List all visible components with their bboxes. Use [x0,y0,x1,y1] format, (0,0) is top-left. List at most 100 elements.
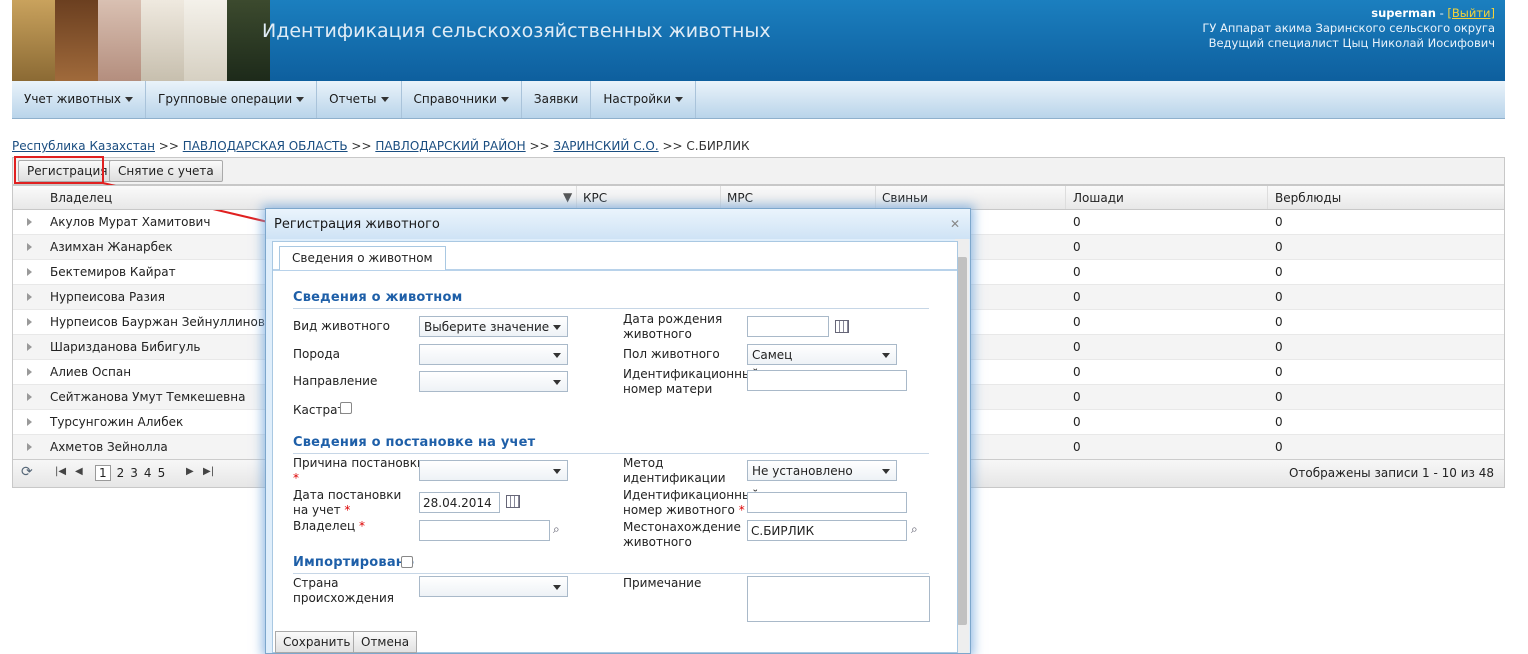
col-krs[interactable]: КРС [583,191,607,205]
owner-label: Владелец * [293,519,365,533]
castrated-label: Кастрат [293,403,345,417]
prev-page-icon[interactable]: ◀ [75,466,83,477]
first-page-icon[interactable]: |◀ [55,466,66,477]
expand-icon[interactable] [27,418,32,426]
expand-icon[interactable] [27,218,32,226]
horses-cell: 0 [1073,440,1081,454]
imported-checkbox[interactable] [401,556,413,568]
note-label: Примечание [623,576,702,590]
expand-icon[interactable] [27,393,32,401]
expand-icon[interactable] [27,343,32,351]
col-owner[interactable]: Владелец [50,191,112,205]
horses-cell: 0 [1073,215,1081,229]
close-icon[interactable]: ✕ [950,217,960,231]
owner-cell: Шаризданова Бибигуль [50,340,201,354]
save-button[interactable]: Сохранить [275,631,359,653]
expand-icon[interactable] [27,268,32,276]
camels-cell: 0 [1275,440,1283,454]
calendar-icon[interactable] [506,495,520,508]
expand-icon[interactable] [27,243,32,251]
page-link-5[interactable]: 5 [158,466,166,480]
calendar-icon[interactable] [835,320,849,333]
horses-cell: 0 [1073,365,1081,379]
col-horses[interactable]: Лошади [1073,191,1124,205]
horses-cell: 0 [1073,390,1081,404]
camels-cell: 0 [1275,340,1283,354]
section-registration: Сведения о постановке на учет [293,435,536,450]
camels-cell: 0 [1275,415,1283,429]
mother-id-label: Идентификационный номер матери [623,367,760,396]
expand-icon[interactable] [27,368,32,376]
pager-status: Отображены записи 1 - 10 из 48 [1288,466,1494,480]
owner-cell: Алиев Оспан [50,365,132,379]
owner-cell: Нурпеисова Разия [50,290,165,304]
page-link-1[interactable]: 1 [95,465,111,481]
camels-cell: 0 [1275,215,1283,229]
expand-icon[interactable] [27,318,32,326]
owner-input[interactable] [419,520,550,541]
camels-cell: 0 [1275,365,1283,379]
horses-cell: 0 [1073,240,1081,254]
country-select[interactable] [419,576,568,597]
lookup-icon[interactable]: ⌕ [553,522,560,537]
expand-icon[interactable] [27,293,32,301]
owner-cell: Азимхан Жанарбек [50,240,173,254]
next-page-icon[interactable]: ▶ [186,466,194,477]
owner-cell: Турсунгожин Алибек [50,415,184,429]
page-link-4[interactable]: 4 [144,466,152,480]
location-input[interactable]: С.БИРЛИК [747,520,907,541]
animal-id-input[interactable] [747,492,907,513]
page-link-3[interactable]: 3 [130,466,138,480]
note-textarea[interactable] [747,576,930,622]
horses-cell: 0 [1073,265,1081,279]
horses-cell: 0 [1073,315,1081,329]
location-label: Местонахождение животного [623,520,741,549]
country-label: Страна происхождения [293,576,394,605]
expand-icon[interactable] [27,443,32,451]
camels-cell: 0 [1275,265,1283,279]
filter-icon[interactable]: ▼ [563,190,572,204]
camels-cell: 0 [1275,315,1283,329]
direction-select[interactable] [419,371,568,392]
register-animal-dialog: Регистрация животного ✕ Сведения о живот… [265,208,971,654]
last-page-icon[interactable]: ▶| [203,466,214,477]
owner-cell: Сейтжанова Умут Темкешевна [50,390,246,404]
dialog-title: Регистрация животного [266,209,970,239]
animal-type-label: Вид животного [293,319,390,333]
refresh-icon[interactable]: ⟳ [21,464,33,480]
section-imported: Импортировано [293,555,415,570]
horses-cell: 0 [1073,415,1081,429]
mother-id-input[interactable] [747,370,907,391]
col-mrs[interactable]: МРС [727,191,753,205]
owner-cell: Бектемиров Кайрат [50,265,176,279]
owner-cell: Нурпеисов Бауржан Зейнуллинович [50,315,280,329]
owner-cell: Ахметов Зейнолла [50,440,168,454]
section-animal-info: Сведения о животном [293,290,463,305]
reason-label: Причина постановки * [293,456,425,485]
lookup-icon[interactable]: ⌕ [911,522,918,537]
breed-select[interactable] [419,344,568,365]
col-camels[interactable]: Верблюды [1275,191,1341,205]
method-select[interactable]: Не установлено [747,460,897,481]
owner-cell: Акулов Мурат Хамитович [50,215,211,229]
horses-cell: 0 [1073,290,1081,304]
animal-type-select[interactable]: Выберите значение [419,316,568,337]
birth-date-input[interactable] [747,316,829,337]
method-label: Метод идентификации [623,456,726,485]
camels-cell: 0 [1275,240,1283,254]
reg-date-input[interactable]: 28.04.2014 [419,492,500,513]
castrated-checkbox[interactable] [340,402,352,414]
horses-cell: 0 [1073,340,1081,354]
page-link-2[interactable]: 2 [117,466,125,480]
grid-header: Владелец ▼ КРС МРС Свиньи Лошади Верблюд… [13,186,1504,210]
reg-date-label: Дата постановки на учет * [293,488,402,517]
cancel-button[interactable]: Отмена [353,631,418,653]
reason-select[interactable] [419,460,568,481]
sex-select[interactable]: Самец [747,344,897,365]
col-pigs[interactable]: Свиньи [882,191,928,205]
breed-label: Порода [293,347,340,361]
dialog-body: Сведения о животном Сведения о животном … [272,241,958,653]
tab-animal-info[interactable]: Сведения о животном [279,246,446,270]
camels-cell: 0 [1275,290,1283,304]
birth-date-label: Дата рождения животного [623,312,723,341]
